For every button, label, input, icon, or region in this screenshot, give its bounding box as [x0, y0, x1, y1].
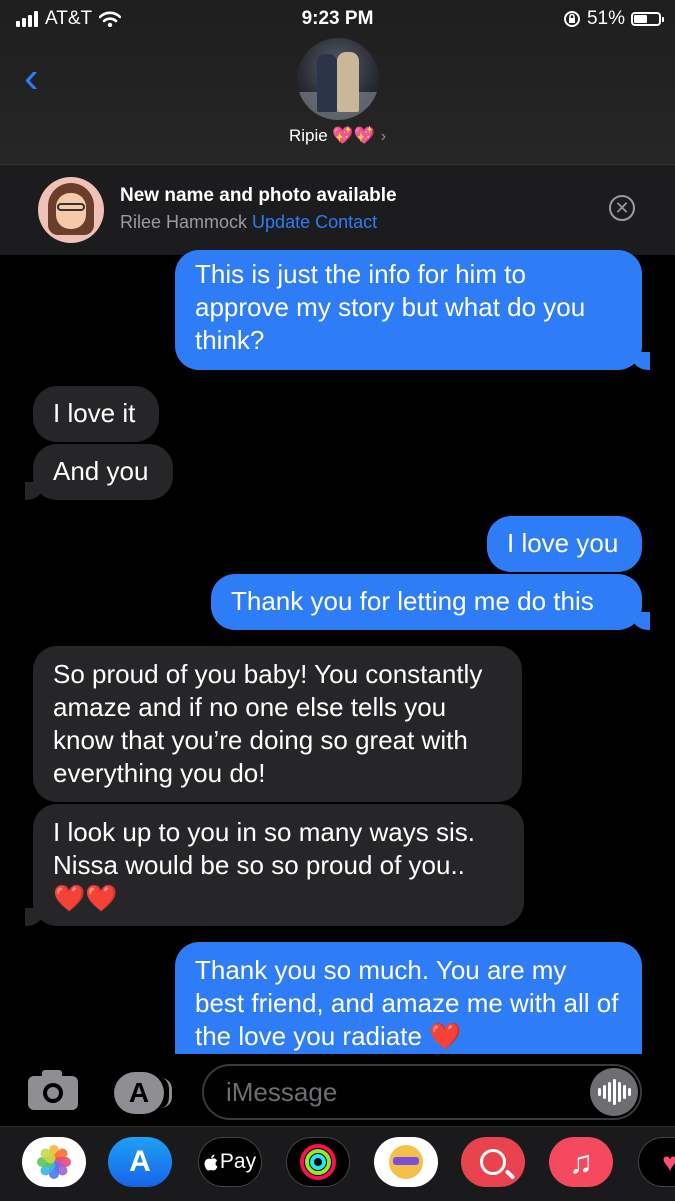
message-bubble-sent[interactable]: I love you: [487, 516, 642, 572]
app-store-toggle-icon[interactable]: A: [114, 1072, 172, 1114]
memoji-app-icon[interactable]: [374, 1137, 438, 1187]
web-search-app-icon[interactable]: [461, 1137, 525, 1187]
status-bar: AT&T 9:23 PM 51%: [0, 6, 675, 32]
audio-message-icon[interactable]: [590, 1068, 638, 1116]
battery-icon: [631, 12, 664, 26]
chevron-right-icon: ›: [380, 128, 387, 145]
name-photo-banner[interactable]: New name and photo available Rilee Hammo…: [0, 164, 675, 255]
banner-title: New name and photo available: [120, 185, 397, 206]
contact-name-button[interactable]: Ripie 💖💖 ›: [0, 126, 675, 146]
message-bubble-received[interactable]: I look up to you in so many ways sis. Ni…: [25, 804, 524, 926]
banner-subtitle: Rilee Hammock Update Contact: [120, 212, 377, 233]
camera-icon[interactable]: [28, 1070, 78, 1110]
music-app-icon[interactable]: ♫: [549, 1137, 613, 1187]
message-bubble-received[interactable]: I love it: [33, 386, 159, 442]
activity-app-icon[interactable]: [286, 1137, 350, 1187]
contact-avatar[interactable]: [297, 38, 379, 120]
conversation-header: AT&T 9:23 PM 51% ‹ Ripie 💖💖 ›: [0, 0, 675, 164]
message-bubble-sent[interactable]: Thank you for letting me do this: [211, 574, 650, 630]
close-banner-icon[interactable]: ✕: [609, 195, 635, 221]
update-contact-link[interactable]: Update Contact: [252, 212, 377, 232]
apple-pay-label: Pay: [219, 1150, 257, 1173]
message-bubble-received[interactable]: So proud of you baby! You constantly ama…: [33, 646, 522, 802]
photos-app-icon[interactable]: [22, 1137, 86, 1187]
app-store-app-icon[interactable]: A: [108, 1137, 172, 1187]
contact-name: Ripie 💖💖: [288, 126, 375, 145]
input-bar: A iMessage: [0, 1054, 675, 1126]
back-button[interactable]: ‹: [24, 56, 39, 100]
apple-logo-icon: [204, 1154, 218, 1170]
orientation-lock-icon: [563, 11, 580, 27]
memoji-avatar: [38, 177, 104, 243]
battery-percent: 51%: [586, 8, 625, 29]
banner-contact-name: Rilee Hammock: [120, 212, 248, 232]
status-right: 51%: [563, 8, 664, 30]
digital-touch-app-icon[interactable]: ♥: [638, 1137, 675, 1187]
message-bubble-sent[interactable]: Thank you so much. You are my best frien…: [175, 942, 642, 1060]
message-bubble-sent[interactable]: This is just the info for him to approve…: [175, 250, 650, 370]
message-bubble-received[interactable]: And you: [25, 444, 173, 500]
apple-pay-app-icon[interactable]: Pay: [198, 1137, 262, 1187]
app-drawer: A Pay ♫ ♥: [0, 1126, 675, 1201]
imessage-input[interactable]: iMessage: [202, 1064, 642, 1120]
